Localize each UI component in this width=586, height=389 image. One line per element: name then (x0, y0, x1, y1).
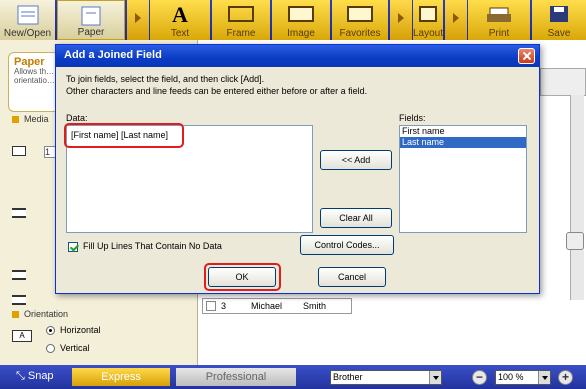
zoom-select[interactable]: 100 % (495, 370, 551, 385)
folder-icon (17, 5, 38, 25)
chevron-down-icon (538, 371, 550, 384)
fill-up-label: Fill Up Lines That Contain No Data (83, 241, 222, 251)
paper-icon (81, 6, 101, 26)
snap-icon: ⤡ (16, 370, 28, 382)
toolbar-save[interactable]: Save (532, 0, 586, 40)
control-codes-button[interactable]: Control Codes... (300, 235, 394, 255)
vertical-scrollbar[interactable] (570, 95, 584, 300)
printer-icon (487, 7, 511, 22)
fill-up-checkbox[interactable]: Fill Up Lines That Contain No Data (68, 241, 222, 252)
data-label: Data: (66, 113, 88, 123)
row-first-name: Michael (251, 301, 283, 311)
toolbar-frame[interactable]: Frame (212, 0, 270, 40)
field-item-first-name[interactable]: First name (400, 126, 526, 137)
toolbar-label: Save (547, 28, 571, 39)
add-button[interactable]: << Add (320, 150, 392, 170)
align-icon (12, 295, 26, 305)
toolbar-label: Layout (413, 28, 444, 39)
toolbar-arrow-icon (127, 0, 149, 40)
toolbar-text[interactable]: A Text (150, 0, 210, 40)
horizontal-radio[interactable]: Horizontal (46, 325, 101, 336)
dialog-instructions: To join fields, select the field, and th… (66, 73, 367, 97)
radio-selected-icon (46, 326, 55, 336)
image-icon (288, 6, 314, 22)
margin-icon (12, 270, 26, 280)
ok-highlight-annotation (204, 263, 281, 291)
instruction-line-2: Other characters and line feeds can be e… (66, 86, 368, 96)
orientation-section-label: Orientation (12, 309, 68, 319)
toolbar-favorites[interactable]: Favorites (332, 0, 388, 40)
status-bar: ⤡ Snap Express Professional Brother − 10… (0, 365, 586, 389)
paper-tab-description: Allows th… orientatio… (14, 67, 55, 85)
orientation-preview-icon: A (12, 330, 32, 342)
row-checkbox[interactable] (206, 301, 216, 311)
radio-unselected-icon (46, 344, 55, 354)
checkmark-icon (68, 241, 78, 252)
fields-label: Fields: (399, 113, 426, 123)
row-number: 3 (221, 301, 227, 311)
media-tape-icon (12, 146, 26, 156)
field-item-last-name[interactable]: Last name (400, 137, 526, 148)
toolbar-new-open[interactable]: New/Open (0, 0, 55, 40)
toolbar-label: Image (287, 28, 315, 39)
main-toolbar: New/Open Paper A Text Frame Image Favori… (0, 0, 586, 40)
snap-toggle[interactable]: ⤡ Snap (16, 370, 54, 383)
toolbar-arrow-icon (390, 0, 412, 40)
professional-mode-button[interactable]: Professional (176, 368, 296, 386)
frame-icon (228, 6, 254, 22)
toolbar-image[interactable]: Image (272, 0, 330, 40)
toolbar-arrow-icon (445, 0, 467, 40)
ruler (540, 68, 586, 96)
express-mode-button[interactable]: Express (72, 368, 170, 386)
toolbar-label: Paper (77, 27, 105, 38)
close-icon[interactable] (518, 48, 535, 64)
fields-listbox[interactable]: First name Last name (399, 125, 527, 233)
instruction-line-1: To join fields, select the field, and th… (66, 74, 265, 84)
snap-label: Snap (27, 370, 54, 382)
save-icon (550, 6, 568, 22)
media-section-label: Media (12, 114, 49, 124)
toolbar-paper[interactable]: Paper (57, 0, 125, 40)
row-last-name: Smith (303, 301, 327, 311)
zoom-out-button[interactable]: − (472, 370, 487, 385)
data-highlight-annotation (64, 123, 184, 148)
text-icon: A (172, 4, 188, 26)
toolbar-label: Print (488, 28, 510, 39)
paper-tab-card: Paper Allows th… orientatio… (8, 52, 60, 112)
printer-select[interactable]: Brother (330, 370, 442, 385)
vertical-label: Vertical (60, 343, 90, 353)
dialog-title: Add a Joined Field (64, 49, 162, 61)
toolbar-label: Favorites (339, 28, 381, 39)
toolbar-label: Frame (226, 28, 256, 39)
toolbar-layout[interactable]: Layout (413, 0, 443, 40)
toolbar-label: Text (170, 28, 190, 39)
cancel-button[interactable]: Cancel (318, 267, 386, 287)
printer-value: Brother (333, 372, 363, 382)
svg-text:A: A (172, 4, 188, 26)
add-joined-field-dialog: Add a Joined Field To join fields, selec… (55, 44, 540, 294)
favorites-icon (347, 6, 373, 22)
vertical-radio[interactable]: Vertical (46, 343, 90, 354)
paper-tab-title: Paper (14, 56, 45, 68)
length-icon (12, 208, 26, 218)
horizontal-label: Horizontal (60, 325, 101, 335)
database-table-row[interactable]: 3 Michael Smith (202, 298, 352, 314)
magnifier-icon[interactable] (566, 232, 584, 250)
zoom-in-button[interactable]: + (558, 370, 573, 385)
toolbar-print[interactable]: Print (468, 0, 530, 40)
toolbar-label: New/Open (3, 28, 52, 39)
dialog-title-bar[interactable]: Add a Joined Field (56, 45, 539, 67)
layout-icon (419, 6, 437, 22)
zoom-value: 100 % (498, 372, 524, 382)
clear-all-button[interactable]: Clear All (320, 208, 392, 228)
chevron-down-icon (429, 371, 441, 384)
